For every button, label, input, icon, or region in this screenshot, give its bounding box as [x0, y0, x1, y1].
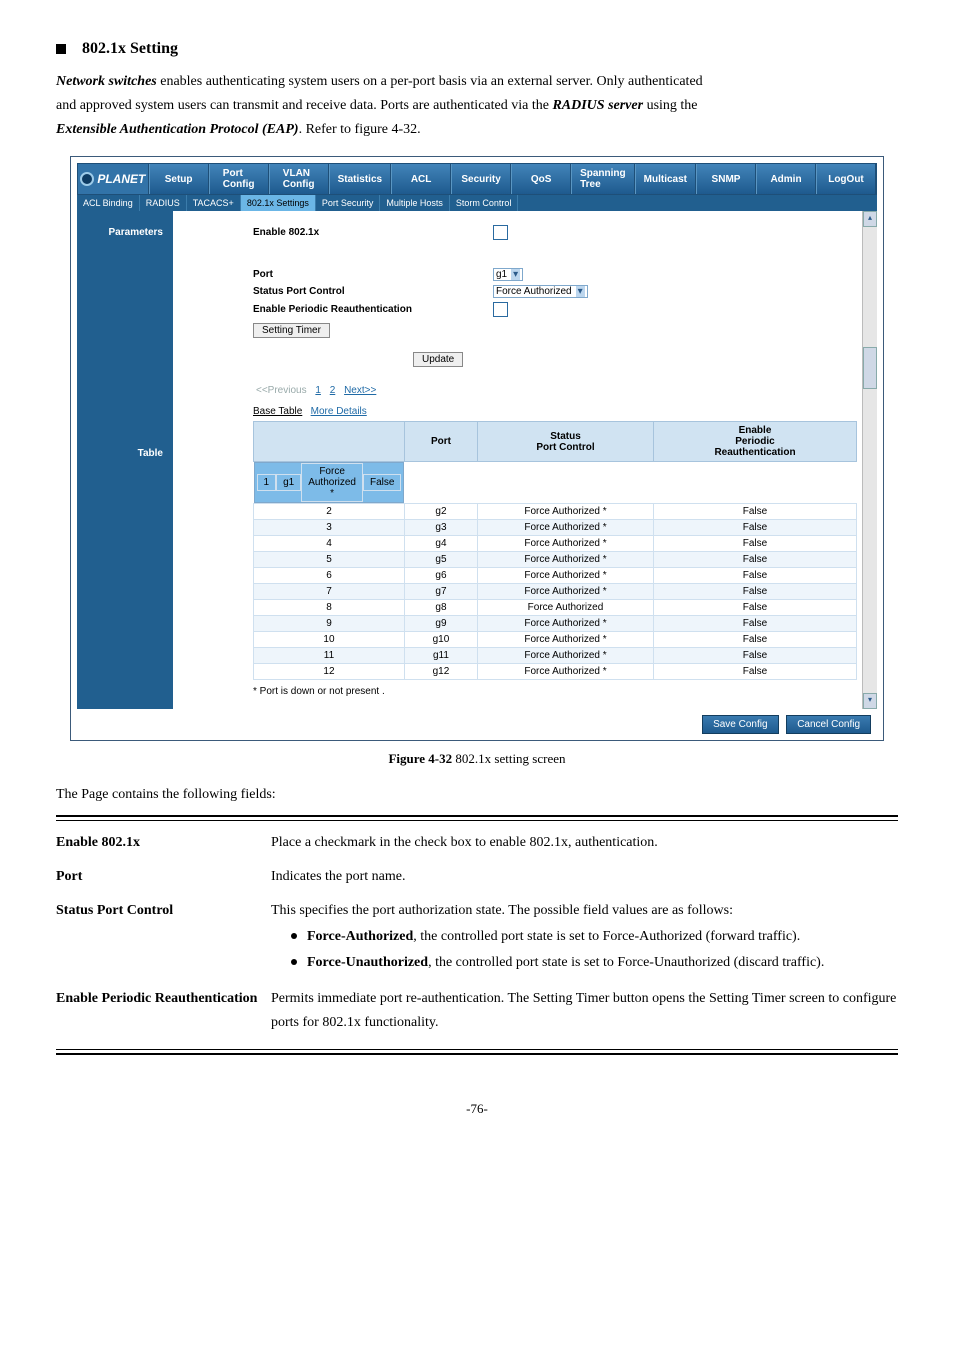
bullet-square-icon	[56, 44, 66, 54]
nav-item[interactable]: PortConfig	[209, 164, 269, 194]
field-desc-epr: Permits immediate port re-authentication…	[271, 987, 898, 1035]
more-details-link[interactable]: More Details	[311, 406, 367, 417]
section-heading: 802.1x Setting	[56, 40, 898, 58]
table-row[interactable]: 7g7Force Authorized *False	[254, 584, 857, 600]
footnote: * Port is down or not present .	[253, 686, 857, 697]
divider	[56, 1049, 898, 1055]
nav-item[interactable]: ACL	[391, 164, 451, 194]
chevron-down-icon: ▾	[511, 269, 520, 280]
col-index	[254, 422, 405, 462]
status-port-control-label: Status Port Control	[253, 286, 493, 297]
scroll-thumb[interactable]	[863, 347, 877, 389]
port-select[interactable]: g1▾	[493, 268, 523, 281]
nav-item[interactable]: SNMP	[696, 164, 756, 194]
table-row[interactable]: 4g4Force Authorized *False	[254, 536, 857, 552]
field-desc-spc: This specifies the port authorization st…	[271, 899, 898, 923]
side-labels: Parameters Table	[77, 211, 173, 709]
table-row[interactable]: 2g2Force Authorized *False	[254, 504, 857, 520]
brand-logo: PLANET	[78, 164, 149, 194]
col-status: StatusPort Control	[477, 422, 653, 462]
scroll-up-icon[interactable]: ▴	[863, 211, 877, 227]
sub-nav: ACL BindingRADIUSTACACS+802.1x SettingsP…	[77, 195, 877, 211]
cancel-config-button[interactable]: Cancel Config	[786, 715, 871, 734]
figure-caption: Figure 4-32 802.1x setting screen	[56, 751, 898, 767]
field-label-port: Port	[56, 865, 271, 889]
divider	[56, 815, 898, 821]
subnav-item[interactable]: TACACS+	[187, 195, 241, 211]
subnav-item[interactable]: 802.1x Settings	[241, 195, 316, 211]
table-row[interactable]: 5g5Force Authorized *False	[254, 552, 857, 568]
table-row[interactable]: 12g12Force Authorized *False	[254, 664, 857, 680]
bullet-force-unauthorized: Force-Unauthorized, the controlled port …	[291, 951, 898, 975]
base-table-link[interactable]: Base Table	[253, 406, 302, 417]
field-desc-enable-8021x: Place a checkmark in the check box to en…	[271, 831, 898, 855]
pager-1[interactable]: 1	[315, 385, 321, 396]
globe-icon	[80, 172, 94, 186]
chevron-down-icon: ▾	[576, 286, 585, 297]
bullet-force-authorized: Force-Authorized, the controlled port st…	[291, 925, 898, 949]
bullet-dot-icon	[291, 959, 297, 965]
table-row[interactable]: 1g1Force Authorized *False	[254, 462, 405, 503]
subnav-item[interactable]: Storm Control	[450, 195, 519, 211]
screenshot-figure: PLANET SetupPortConfigVLANConfigStatisti…	[70, 156, 884, 741]
enable-8021x-checkbox[interactable]	[493, 225, 508, 240]
col-port: Port	[404, 422, 477, 462]
scroll-down-icon[interactable]: ▾	[863, 693, 877, 709]
port-label: Port	[253, 269, 493, 280]
nav-item[interactable]: Statistics	[329, 164, 391, 194]
save-config-button[interactable]: Save Config	[702, 715, 778, 734]
nav-item[interactable]: Setup	[149, 164, 209, 194]
side-table-label: Table	[77, 298, 173, 519]
setting-timer-button[interactable]: Setting Timer	[253, 323, 330, 338]
pager-2[interactable]: 2	[330, 385, 336, 396]
enable-periodic-reauth-checkbox[interactable]	[493, 302, 508, 317]
nav-item[interactable]: Security	[451, 164, 511, 194]
status-port-control-select[interactable]: Force Authorized▾	[493, 285, 588, 298]
scrollbar[interactable]: ▴ ▾	[862, 211, 877, 709]
nav-item[interactable]: VLANConfig	[269, 164, 329, 194]
section-title: 802.1x Setting	[82, 40, 178, 58]
field-desc-port: Indicates the port name.	[271, 865, 898, 889]
top-nav: PLANET SetupPortConfigVLANConfigStatisti…	[77, 163, 877, 195]
subnav-item[interactable]: Multiple Hosts	[380, 195, 450, 211]
update-button[interactable]: Update	[413, 352, 463, 367]
table-row[interactable]: 11g11Force Authorized *False	[254, 648, 857, 664]
table-row[interactable]: 6g6Force Authorized *False	[254, 568, 857, 584]
intro-text: Network switches enables authenticating …	[56, 70, 898, 142]
nav-item[interactable]: QoS	[511, 164, 571, 194]
side-parameters-label: Parameters	[77, 221, 173, 298]
nav-item[interactable]: SpanningTree	[571, 164, 635, 194]
nav-item[interactable]: Admin	[756, 164, 816, 194]
field-label-spc: Status Port Control	[56, 899, 271, 977]
nav-item[interactable]: LogOut	[816, 164, 876, 194]
main-pane: ▴ ▾ Enable 802.1x Port g1▾ Status Port C…	[173, 211, 877, 709]
bullet-dot-icon	[291, 933, 297, 939]
port-table: Port StatusPort Control EnablePeriodicRe…	[253, 421, 857, 680]
col-epr: EnablePeriodicReauthentication	[654, 422, 857, 462]
enable-8021x-label: Enable 802.1x	[253, 227, 493, 238]
pager-next[interactable]: Next>>	[344, 385, 376, 396]
nav-item[interactable]: Multicast	[635, 164, 696, 194]
subnav-item[interactable]: ACL Binding	[77, 195, 140, 211]
subnav-item[interactable]: Port Security	[316, 195, 381, 211]
table-row[interactable]: 9g9Force Authorized *False	[254, 616, 857, 632]
field-label-enable-8021x: Enable 802.1x	[56, 831, 271, 855]
fields-intro: The Page contains the following fields:	[56, 783, 898, 807]
page-number: -76-	[56, 1101, 898, 1117]
pager: <<Previous 1 2 Next>>	[253, 385, 857, 396]
table-row[interactable]: 8g8Force AuthorizedFalse	[254, 600, 857, 616]
enable-periodic-reauth-label: Enable Periodic Reauthentication	[253, 304, 493, 315]
field-label-epr: Enable Periodic Reauthentication	[56, 987, 271, 1035]
table-row[interactable]: 3g3Force Authorized *False	[254, 520, 857, 536]
table-row[interactable]: 10g10Force Authorized *False	[254, 632, 857, 648]
pager-prev[interactable]: <<Previous	[256, 385, 307, 396]
subnav-item[interactable]: RADIUS	[140, 195, 187, 211]
